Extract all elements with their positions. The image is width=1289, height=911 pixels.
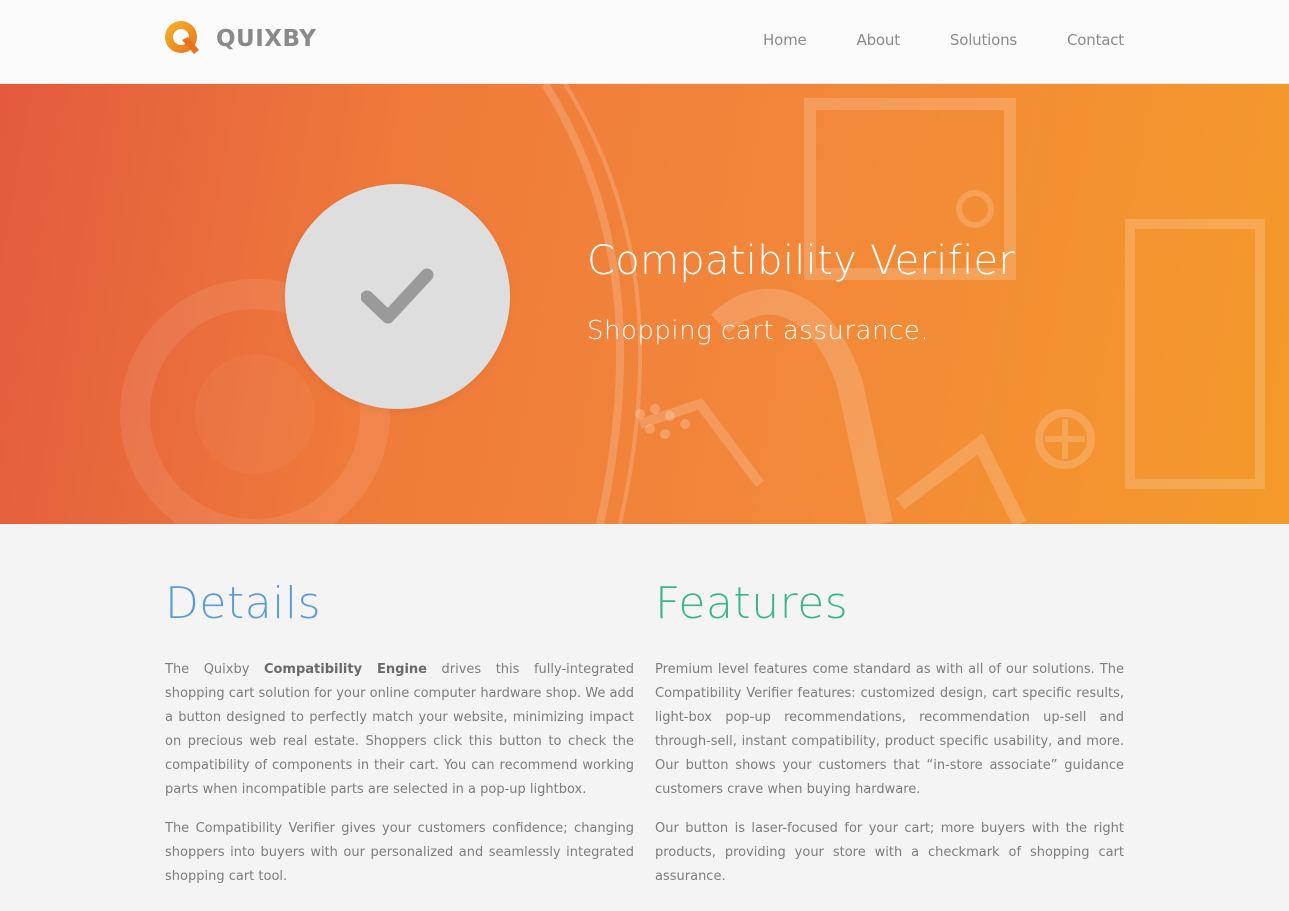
- features-heading: Features: [655, 578, 849, 629]
- nav-about[interactable]: About: [857, 31, 901, 49]
- site-header: QUIXBY Home About Solutions Contact: [0, 0, 1289, 84]
- nav-home[interactable]: Home: [763, 31, 807, 49]
- brand-name: QUIXBY: [216, 26, 317, 52]
- quixby-logo-icon: [165, 21, 199, 54]
- details-heading: Details: [165, 578, 322, 629]
- details-p1-intro: The Quixby: [165, 662, 264, 677]
- hero-banner: Compatibility Verifier Shopping cart ass…: [0, 84, 1289, 524]
- hero-background-image: [120, 84, 1265, 524]
- brand-logo-link[interactable]: QUIXBY: [164, 20, 316, 58]
- hero-badge: [285, 184, 510, 409]
- details-paragraph-2: The Compatibility Verifier gives your cu…: [165, 821, 634, 884]
- main-nav: Home About Solutions Contact: [713, 31, 1124, 49]
- details-column: Details The Quixby Compatibility Engine …: [165, 578, 634, 904]
- features-paragraph-2: Our button is laser-focused for your car…: [655, 821, 1124, 884]
- hero-subtitle: Shopping cart assurance.: [587, 316, 930, 346]
- nav-contact[interactable]: Contact: [1067, 31, 1124, 49]
- main-content: Details The Quixby Compatibility Engine …: [0, 524, 1289, 911]
- hero-title: Compatibility Verifier: [587, 238, 1016, 284]
- nav-solutions[interactable]: Solutions: [950, 31, 1017, 49]
- checkmark-icon: [360, 268, 433, 323]
- details-paragraph-1: The Quixby Compatibility Engine drives t…: [165, 658, 634, 802]
- features-column: Features Premium level features come sta…: [655, 578, 1124, 904]
- compatibility-engine-emphasis: Compatibility Engine: [263, 662, 427, 677]
- details-p1-body: drives this fully-integrated shopping ca…: [165, 662, 635, 797]
- features-paragraph-1: Premium level features come standard as …: [655, 662, 1124, 797]
